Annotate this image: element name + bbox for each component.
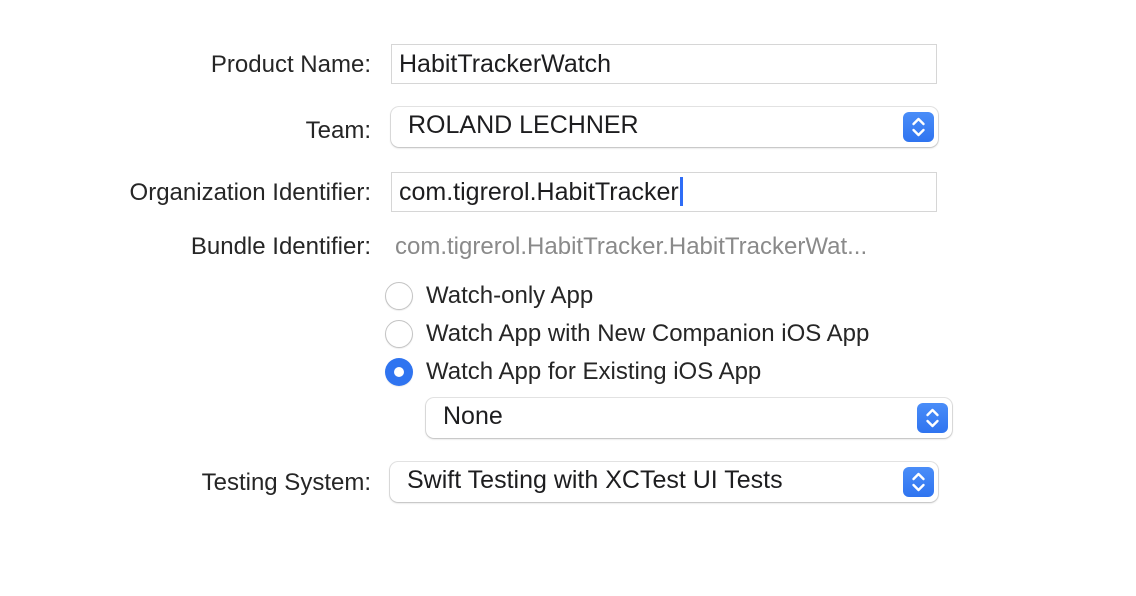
existing-ios-app-popup-value: None <box>443 402 503 430</box>
organization-identifier-value: com.tigrerol.HabitTracker <box>399 178 679 206</box>
bundle-identifier-label: Bundle Identifier: <box>190 233 371 260</box>
existing-ios-app-popup[interactable]: None <box>426 398 952 438</box>
chevron-up-down-icon <box>917 403 948 433</box>
radio-label: Watch App with New Companion iOS App <box>426 320 870 347</box>
team-label: Team: <box>305 117 371 144</box>
radio-button[interactable] <box>385 320 413 348</box>
product-name-field[interactable]: HabitTrackerWatch <box>391 44 937 84</box>
chevron-up-down-icon <box>903 467 934 497</box>
radio-button[interactable] <box>385 282 413 310</box>
product-name-value: HabitTrackerWatch <box>399 50 612 78</box>
team-popup-value: ROLAND LECHNER <box>408 111 639 139</box>
radio-label: Watch App for Existing iOS App <box>426 358 762 385</box>
chevron-up-down-icon <box>903 112 934 142</box>
team-popup[interactable]: ROLAND LECHNER <box>391 107 938 147</box>
testing-system-label: Testing System: <box>201 469 371 496</box>
bundle-identifier-value: com.tigrerol.HabitTracker.HabitTrackerWa… <box>395 233 868 260</box>
organization-identifier-field[interactable]: com.tigrerol.HabitTracker <box>391 172 937 212</box>
testing-system-popup-value: Swift Testing with XCTest UI Tests <box>407 466 783 494</box>
testing-system-popup[interactable]: Swift Testing with XCTest UI Tests <box>390 462 938 502</box>
radio-button-selected[interactable] <box>385 358 413 386</box>
radio-label: Watch-only App <box>426 282 594 309</box>
organization-identifier-label: Organization Identifier: <box>129 179 371 206</box>
text-caret <box>679 177 683 206</box>
product-name-label: Product Name: <box>210 51 371 78</box>
